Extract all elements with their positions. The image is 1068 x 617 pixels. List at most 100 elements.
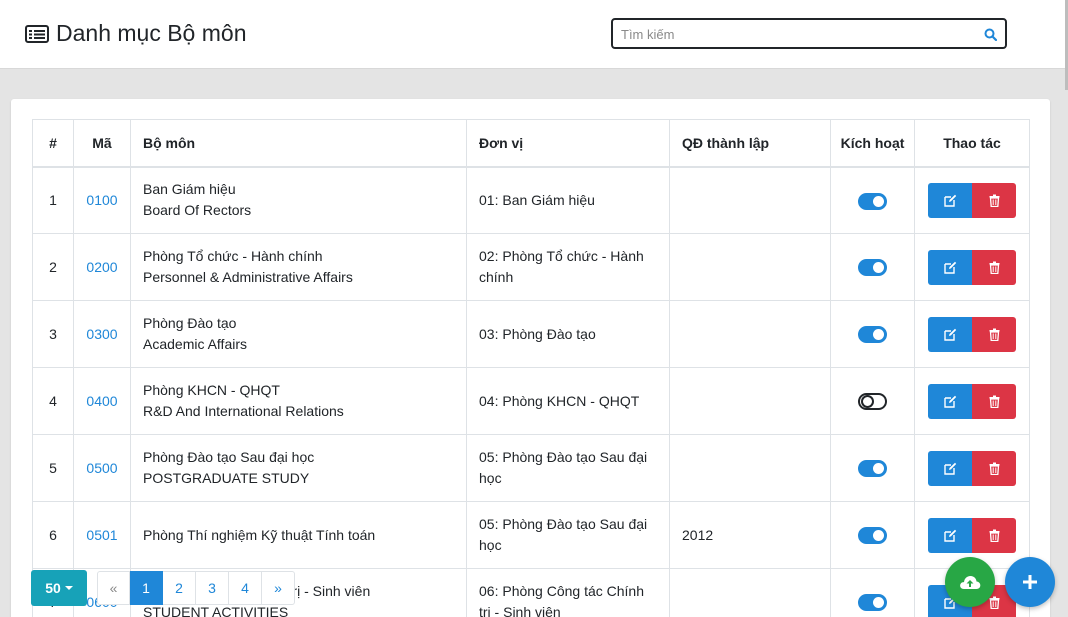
dept-name-vi: Ban Giám hiệu — [143, 181, 236, 198]
edit-button[interactable] — [928, 249, 972, 285]
delete-button[interactable] — [972, 182, 1016, 218]
cloud-upload-icon — [960, 576, 981, 589]
edit-icon — [943, 194, 956, 207]
dept-name-vi: Phòng Đào tạo — [143, 315, 237, 331]
cell-name: Ban Giám hiệu Board Of Rectors — [130, 166, 467, 234]
cell-active — [830, 568, 915, 617]
active-toggle[interactable] — [858, 393, 887, 411]
dept-name-en: Board Of Rectors — [143, 202, 252, 219]
pagination: 50 « 1 2 3 4 » — [31, 570, 295, 606]
cell-unit: 06: Phòng Công tác Chính trị - Sinh viên — [466, 568, 670, 617]
table-row: 1 0100 Ban Giám hiệu Board Of Rectors 01: Ba… — [32, 166, 1030, 234]
edit-icon — [943, 328, 956, 341]
cell-unit: 04: Phòng KHCN - QHQT — [466, 367, 670, 435]
search-box[interactable] — [611, 18, 1007, 49]
cell-unit: 05: Phòng Đào tạo Sau đại học — [466, 501, 670, 569]
cell-active — [830, 434, 915, 502]
cell-name: Phòng Thí nghiệm Kỹ thuật Tính toán — [130, 501, 467, 569]
active-toggle[interactable] — [858, 527, 887, 545]
edit-button[interactable] — [928, 383, 972, 419]
table-row: 6 0501 Phòng Thí nghiệm Kỹ thuật Tính toán… — [32, 501, 1030, 569]
dept-name-vi: Phòng Đào tạo Sau đại học — [143, 449, 315, 465]
cell-active — [830, 501, 915, 569]
table-row: 5 0500 Phòng Đào tạo Sau đại học POSTGRADUA… — [32, 434, 1030, 502]
page-title: Danh mục Bộ môn — [25, 20, 246, 47]
col-header-active: Kích hoạt — [830, 119, 915, 168]
edit-button[interactable] — [928, 316, 972, 352]
page-prev[interactable]: « — [97, 571, 130, 605]
cell-unit: 05: Phòng Đào tạo Sau đại học — [466, 434, 670, 502]
active-toggle[interactable] — [858, 460, 887, 478]
active-toggle[interactable] — [858, 192, 887, 210]
cell-qd — [669, 568, 831, 617]
row-actions — [928, 249, 1016, 285]
page-link-3[interactable]: 3 — [196, 571, 229, 605]
edit-button[interactable] — [928, 450, 972, 486]
cell-unit: 01: Ban Giám hiệu — [466, 166, 670, 234]
cell-qd — [669, 367, 831, 435]
toggle-knob — [873, 530, 884, 542]
row-actions — [928, 450, 1016, 486]
department-table: # Mã Bộ môn Đơn vị QĐ thành lập Kích hoạ… — [32, 119, 1030, 617]
trash-icon — [989, 395, 999, 408]
page-next[interactable]: » — [262, 571, 295, 605]
cell-qd — [669, 166, 831, 234]
table-header-row: # Mã Bộ môn Đơn vị QĐ thành lập Kích hoạ… — [32, 119, 1030, 168]
search-icon[interactable] — [984, 28, 997, 41]
cell-name: Phòng Tổ chức - Hành chính Personnel & Ad… — [130, 233, 467, 301]
cell-code-link[interactable]: 0100 — [73, 166, 131, 234]
toggle-knob — [873, 463, 884, 475]
edit-button[interactable] — [928, 182, 972, 218]
trash-icon — [989, 194, 999, 207]
row-actions — [928, 182, 1016, 218]
table-row: 3 0300 Phòng Đào tạo Academic Affairs 03: Ph… — [32, 300, 1030, 368]
cell-code-link[interactable]: 0300 — [73, 300, 131, 368]
col-header-qd: QĐ thành lập — [669, 119, 831, 168]
cell-qd — [669, 434, 831, 502]
page-link-2[interactable]: 2 — [163, 571, 196, 605]
page-link-1[interactable]: 1 — [130, 571, 163, 605]
cell-qd — [669, 300, 831, 368]
cell-active — [830, 233, 915, 301]
cell-unit: 03: Phòng Đào tạo — [466, 300, 670, 368]
cell-code-link[interactable]: 0501 — [73, 501, 131, 569]
cell-active — [830, 367, 915, 435]
trash-icon — [989, 261, 999, 274]
row-actions — [928, 316, 1016, 352]
cell-code-link[interactable]: 0400 — [73, 367, 131, 435]
row-actions — [928, 383, 1016, 419]
cell-ops — [914, 367, 1030, 435]
edit-icon — [943, 462, 956, 475]
table-row: 4 0400 Phòng KHCN - QHQT R&D And Internatio… — [32, 367, 1030, 435]
search-input[interactable] — [621, 24, 971, 44]
dept-name-vi: Phòng Thí nghiệm Kỹ thuật Tính toán — [143, 526, 376, 543]
upload-button[interactable] — [945, 557, 995, 607]
cell-name: Phòng Đào tạo Sau đại học POSTGRADUATE ST… — [130, 434, 467, 502]
col-header-name: Bộ môn — [130, 119, 467, 168]
delete-button[interactable] — [972, 316, 1016, 352]
edit-icon — [943, 529, 956, 542]
active-toggle[interactable] — [858, 326, 887, 344]
cell-active — [830, 300, 915, 368]
cell-qd: 2012 — [669, 501, 831, 569]
cell-code-link[interactable]: 0500 — [73, 434, 131, 502]
col-header-ops: Thao tác — [914, 119, 1030, 168]
toggle-knob — [873, 329, 884, 341]
delete-button[interactable] — [972, 517, 1016, 553]
edit-button[interactable] — [928, 517, 972, 553]
list-alt-icon — [25, 24, 49, 43]
page-link-4[interactable]: 4 — [229, 571, 262, 605]
delete-button[interactable] — [972, 383, 1016, 419]
delete-button[interactable] — [972, 249, 1016, 285]
dept-name-en: Personnel & Administrative Affairs — [143, 269, 353, 285]
active-toggle[interactable] — [858, 259, 887, 277]
active-toggle[interactable] — [858, 594, 887, 612]
delete-button[interactable] — [972, 450, 1016, 486]
cell-code-link[interactable]: 0200 — [73, 233, 131, 301]
cell-num: 4 — [32, 367, 74, 435]
row-actions — [928, 517, 1016, 553]
page-size-dropdown[interactable]: 50 — [31, 570, 87, 606]
add-button[interactable] — [1005, 557, 1055, 607]
col-header-unit: Đơn vị — [466, 119, 670, 168]
toggle-knob — [873, 597, 884, 609]
